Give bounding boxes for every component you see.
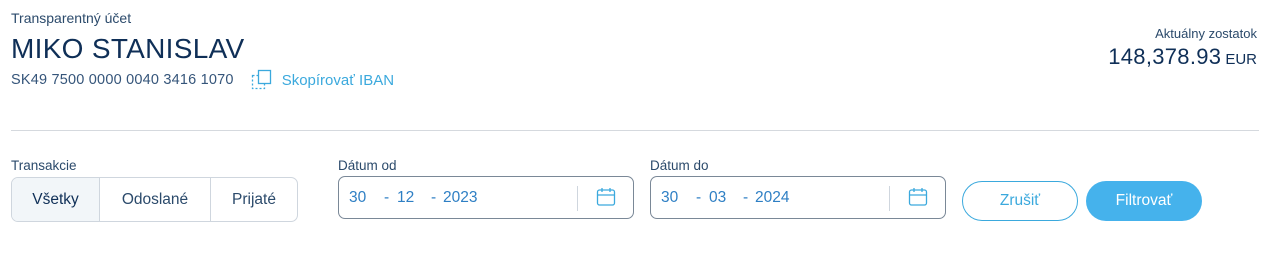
- tab-all-transactions[interactable]: Všetky: [12, 178, 100, 221]
- date-to-day[interactable]: 30: [661, 189, 678, 207]
- tab-sent-transactions[interactable]: Odoslané: [100, 178, 211, 221]
- date-to-label: Dátum do: [650, 158, 709, 173]
- date-to-month[interactable]: 03: [709, 189, 726, 207]
- account-holder-name: MIKO STANISLAV: [11, 33, 245, 64]
- calendar-icon[interactable]: [596, 187, 616, 207]
- copy-iban-label: Skopírovať IBAN: [281, 71, 395, 89]
- date-to-field[interactable]: 30 - 03 - 2024: [650, 176, 946, 219]
- transaction-type-toggle: Všetky Odoslané Prijaté: [11, 177, 298, 222]
- iban-row: SK49 7500 0000 0040 3416 1070 Skopírovať…: [11, 69, 394, 91]
- date-from-label: Dátum od: [338, 158, 397, 173]
- iban-number: SK49 7500 0000 0040 3416 1070: [11, 72, 234, 88]
- filter-button[interactable]: Filtrovať: [1086, 181, 1202, 221]
- balance-label: Aktuálny zostatok: [1155, 26, 1257, 41]
- calendar-icon[interactable]: [908, 187, 928, 207]
- balance-value: 148,378.93 EUR: [1108, 44, 1257, 70]
- date-from-field[interactable]: 30 - 12 - 2023: [338, 176, 634, 219]
- transactions-label: Transakcie: [11, 158, 77, 173]
- cancel-button[interactable]: Zrušiť: [962, 181, 1078, 221]
- balance-block: Aktuálny zostatok 148,378.93 EUR: [1108, 26, 1257, 70]
- date-field-divider: [577, 186, 578, 211]
- copy-iban-button[interactable]: Skopírovať IBAN: [251, 69, 394, 91]
- copy-icon: [251, 69, 271, 90]
- account-type-label: Transparentný účet: [11, 10, 132, 26]
- date-separator: -: [384, 189, 390, 206]
- balance-amount: 148,378.93: [1108, 44, 1222, 69]
- date-from-year[interactable]: 2023: [443, 189, 477, 207]
- balance-currency: EUR: [1225, 51, 1257, 68]
- date-separator: -: [431, 189, 437, 206]
- date-from-month[interactable]: 12: [397, 189, 414, 207]
- section-divider: [11, 130, 1259, 131]
- account-header: Transparentný účet MIKO STANISLAV SK49 7…: [11, 8, 1257, 98]
- date-field-divider: [889, 186, 890, 211]
- date-separator: -: [743, 189, 749, 206]
- tab-received-transactions[interactable]: Prijaté: [211, 178, 297, 221]
- date-to-year[interactable]: 2024: [755, 189, 789, 207]
- date-separator: -: [696, 189, 702, 206]
- date-from-day[interactable]: 30: [349, 189, 366, 207]
